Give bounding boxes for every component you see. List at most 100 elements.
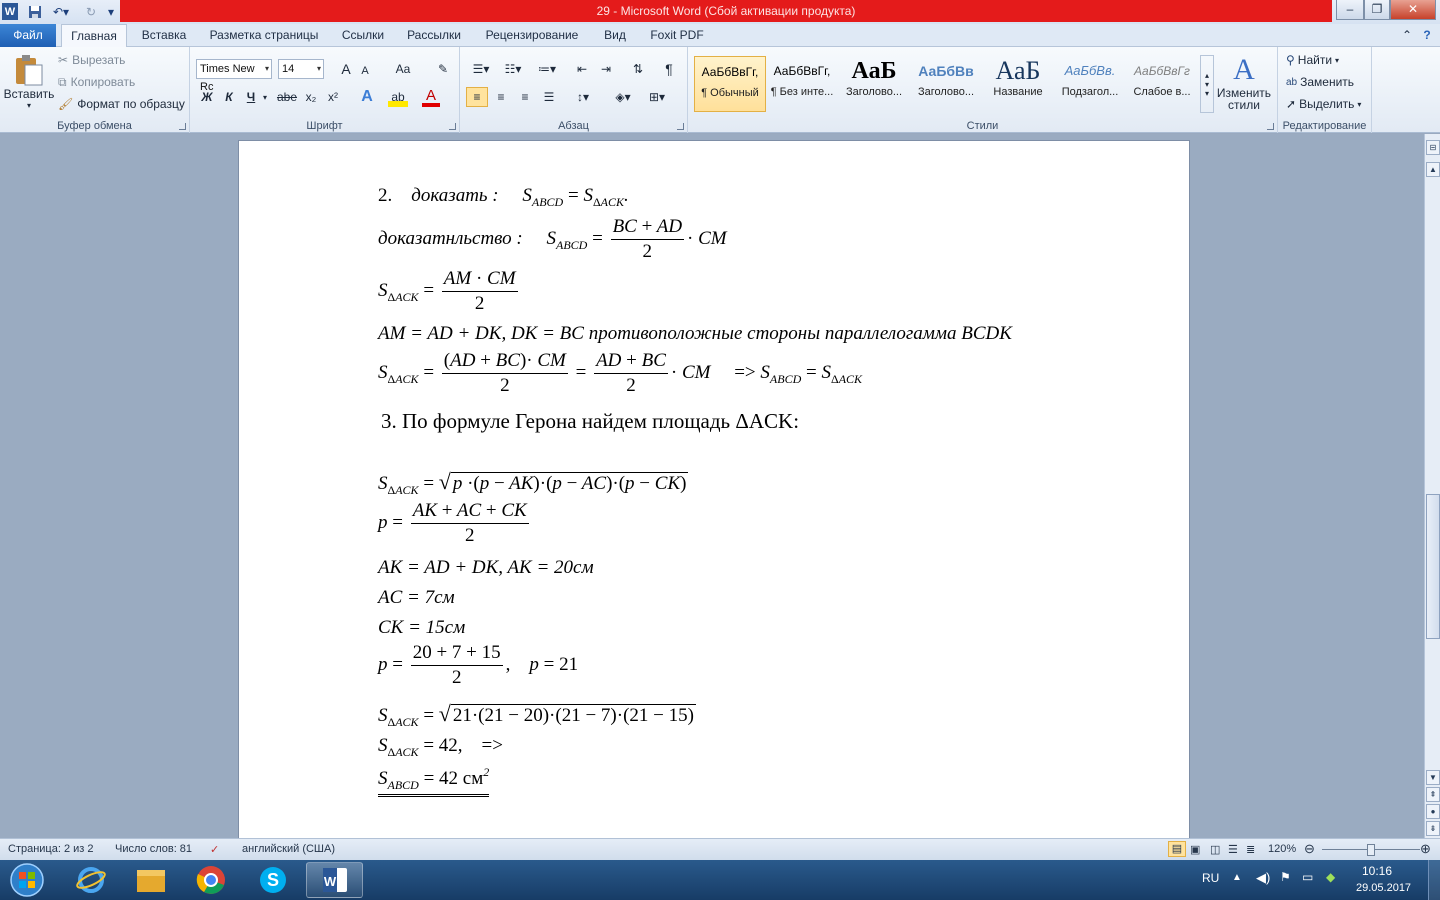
volume-icon[interactable]: ◀) bbox=[1256, 870, 1270, 886]
undo-icon[interactable]: ↶▾ bbox=[50, 3, 72, 20]
sort-icon[interactable]: ⇅ bbox=[628, 59, 648, 79]
skype-icon[interactable]: S bbox=[244, 862, 301, 898]
show-hidden-icons-icon[interactable]: ▲ bbox=[1232, 872, 1242, 883]
paragraph-dialog-launcher[interactable] bbox=[677, 123, 684, 130]
draft-icon[interactable]: ≣ bbox=[1246, 843, 1255, 856]
align-center-icon[interactable]: ≡ bbox=[490, 87, 512, 107]
tab-review[interactable]: Рецензирование bbox=[478, 24, 586, 47]
replace-button[interactable]: ab Заменить bbox=[1286, 73, 1354, 91]
change-styles-button[interactable]: A Изменить стили bbox=[1216, 51, 1272, 113]
style-normal[interactable]: АаБбВвГг, ¶ Обычный bbox=[694, 56, 766, 112]
line-spacing-icon[interactable]: ↕▾ bbox=[570, 87, 596, 107]
language-indicator[interactable]: английский (США) bbox=[242, 843, 335, 855]
vertical-scrollbar[interactable]: ⊟ ▲ ▼ ⇞ ● ⇟ bbox=[1424, 134, 1440, 838]
tab-references[interactable]: Ссылки bbox=[334, 24, 392, 47]
tab-foxit-pdf[interactable]: Foxit PDF bbox=[644, 24, 710, 47]
underline-button[interactable]: Ч bbox=[242, 87, 260, 107]
flag-icon[interactable]: ⚑ bbox=[1280, 870, 1291, 884]
subscript-button[interactable]: x₂ bbox=[302, 87, 320, 107]
shrink-font-button[interactable]: A bbox=[358, 61, 372, 81]
style-heading-1[interactable]: АаБ Заголово... bbox=[838, 56, 910, 112]
grow-font-button[interactable]: A bbox=[338, 59, 354, 79]
zoom-slider-thumb[interactable] bbox=[1367, 844, 1375, 856]
bold-button[interactable]: Ж bbox=[198, 87, 216, 107]
tab-insert[interactable]: Вставка bbox=[134, 24, 194, 47]
clear-formatting-icon[interactable]: ✎ bbox=[434, 59, 452, 79]
print-layout-icon[interactable]: ▤ bbox=[1168, 841, 1186, 857]
zoom-in-icon[interactable]: ⊕ bbox=[1420, 841, 1431, 857]
scroll-down-icon[interactable]: ▼ bbox=[1426, 770, 1440, 785]
zoom-level[interactable]: 120% bbox=[1268, 843, 1296, 855]
font-dialog-launcher[interactable] bbox=[449, 123, 456, 130]
redo-icon[interactable]: ↻ bbox=[82, 3, 100, 20]
tab-view[interactable]: Вид bbox=[596, 24, 634, 47]
align-right-icon[interactable]: ≡ bbox=[514, 87, 536, 107]
borders-icon[interactable]: ⊞▾ bbox=[644, 87, 670, 107]
font-family-select[interactable]: Times New Rc ▾ bbox=[196, 59, 272, 93]
word-count[interactable]: Число слов: 81 bbox=[115, 843, 192, 855]
close-button[interactable]: ✕ bbox=[1390, 0, 1436, 20]
cut-button[interactable]: ✂ Вырезать bbox=[58, 51, 125, 69]
format-painter-button[interactable]: 🖌 Формат по образцу bbox=[58, 95, 185, 113]
bullets-icon[interactable]: ☰▾ bbox=[468, 59, 494, 79]
web-layout-icon[interactable]: ◫ bbox=[1210, 843, 1220, 856]
highlight-button[interactable]: ab bbox=[388, 87, 408, 107]
ruler-toggle-icon[interactable]: ⊟ bbox=[1426, 140, 1440, 155]
find-button[interactable]: ⚲ Найти ▾ bbox=[1286, 51, 1339, 69]
multilevel-list-icon[interactable]: ≔▾ bbox=[534, 59, 560, 79]
paste-button[interactable]: Вставить ▾ bbox=[4, 51, 54, 111]
next-page-icon[interactable]: ⇟ bbox=[1426, 821, 1440, 836]
help-icon[interactable]: ? bbox=[1418, 24, 1436, 47]
style-subtle-emphasis[interactable]: АаБбВвГг Слабое в... bbox=[1126, 56, 1198, 112]
text-effects-button[interactable]: A bbox=[358, 87, 376, 107]
select-button[interactable]: ➚ Выделить ▾ bbox=[1286, 95, 1361, 113]
word-logo-icon[interactable]: W bbox=[2, 3, 18, 20]
customize-qat-icon[interactable]: ▾ bbox=[104, 3, 118, 20]
minimize-button[interactable]: – bbox=[1336, 0, 1364, 20]
italic-button[interactable]: К bbox=[220, 87, 238, 107]
font-size-select[interactable]: 14 ▾ bbox=[278, 59, 324, 79]
align-left-icon[interactable]: ≡ bbox=[466, 87, 488, 107]
tab-home[interactable]: Главная bbox=[61, 24, 127, 48]
show-marks-button[interactable]: ¶ bbox=[660, 59, 678, 79]
page-count[interactable]: Страница: 2 из 2 bbox=[8, 843, 94, 855]
tab-file[interactable]: Файл bbox=[0, 24, 56, 47]
font-color-button[interactable]: A bbox=[422, 87, 440, 107]
strikethrough-button[interactable]: abe bbox=[276, 87, 298, 107]
change-case-button[interactable]: Aa bbox=[390, 59, 416, 79]
start-button[interactable] bbox=[2, 862, 52, 898]
clock-date[interactable]: 29.05.2017 bbox=[1356, 882, 1411, 894]
style-title[interactable]: АаБ Название bbox=[982, 56, 1054, 112]
restore-button[interactable]: ❐ bbox=[1364, 0, 1390, 20]
style-no-spacing[interactable]: АаБбВвГг, ¶ Без инте... bbox=[766, 56, 838, 112]
outline-icon[interactable]: ☰ bbox=[1228, 843, 1238, 856]
styles-scroll-icon[interactable]: ▴ ▾ ▾ bbox=[1200, 55, 1214, 113]
browse-object-icon[interactable]: ● bbox=[1426, 804, 1440, 819]
network-icon[interactable]: ▭ bbox=[1302, 870, 1313, 884]
save-icon[interactable] bbox=[26, 3, 44, 20]
tab-page-layout[interactable]: Разметка страницы bbox=[204, 24, 324, 47]
minimize-ribbon-icon[interactable]: ⌃ bbox=[1398, 24, 1416, 47]
tab-mailings[interactable]: Рассылки bbox=[400, 24, 468, 47]
internet-explorer-icon[interactable] bbox=[62, 862, 119, 898]
style-subtitle[interactable]: АаБбВв. Подзагол... bbox=[1054, 56, 1126, 112]
keyboard-language[interactable]: RU bbox=[1202, 871, 1219, 885]
numbering-icon[interactable]: ☷▾ bbox=[500, 59, 526, 79]
previous-page-icon[interactable]: ⇞ bbox=[1426, 787, 1440, 802]
shading-icon[interactable]: ◈▾ bbox=[610, 87, 636, 107]
scroll-up-icon[interactable]: ▲ bbox=[1426, 162, 1440, 177]
word-taskbar-icon[interactable]: W bbox=[306, 862, 363, 898]
superscript-button[interactable]: x² bbox=[324, 87, 342, 107]
styles-dialog-launcher[interactable] bbox=[1267, 123, 1274, 130]
show-desktop-button[interactable] bbox=[1428, 860, 1440, 900]
clock-time[interactable]: 10:16 bbox=[1362, 864, 1392, 878]
zoom-out-icon[interactable]: ⊖ bbox=[1304, 841, 1315, 857]
underline-dropdown-icon[interactable]: ▾ bbox=[260, 87, 270, 107]
scroll-thumb[interactable] bbox=[1426, 494, 1440, 639]
decrease-indent-icon[interactable]: ⇤ bbox=[572, 59, 592, 79]
justify-icon[interactable]: ☰ bbox=[538, 87, 560, 107]
file-explorer-icon[interactable] bbox=[122, 862, 179, 898]
increase-indent-icon[interactable]: ⇥ bbox=[596, 59, 616, 79]
full-screen-icon[interactable]: ▣ bbox=[1190, 843, 1200, 856]
clipboard-dialog-launcher[interactable] bbox=[179, 123, 186, 130]
